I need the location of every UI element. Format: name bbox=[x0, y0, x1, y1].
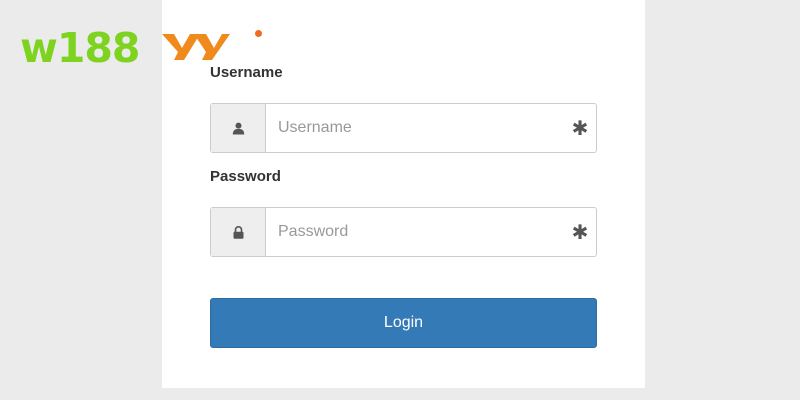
user-icon bbox=[232, 122, 244, 134]
required-asterisk-icon: ✱ bbox=[571, 116, 589, 140]
password-label: Password bbox=[210, 168, 281, 185]
password-field-group: ✱ bbox=[210, 207, 597, 257]
username-input[interactable] bbox=[266, 104, 564, 152]
login-button[interactable]: Login bbox=[210, 298, 597, 348]
brand-logo-mark bbox=[162, 34, 230, 60]
username-label: Username bbox=[210, 64, 283, 81]
brand-logo-dot bbox=[255, 30, 262, 37]
lock-icon bbox=[233, 225, 243, 239]
username-field-group: ✱ bbox=[210, 103, 597, 153]
required-asterisk-icon: ✱ bbox=[571, 220, 589, 244]
password-addon bbox=[211, 208, 266, 256]
brand-logo-text: w188 bbox=[20, 24, 140, 72]
password-input[interactable] bbox=[266, 208, 564, 256]
username-addon bbox=[211, 104, 266, 152]
